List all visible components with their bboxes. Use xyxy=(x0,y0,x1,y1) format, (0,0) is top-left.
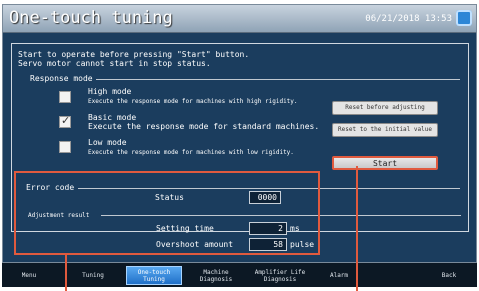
highlight-box-error xyxy=(14,171,320,255)
response-mode-label: Response mode xyxy=(30,74,93,83)
section-divider xyxy=(96,79,460,80)
status-icon[interactable] xyxy=(456,10,472,26)
start-button[interactable]: Start xyxy=(332,156,438,170)
page-title: One-touch tuning xyxy=(9,8,173,28)
tab-machine-diagnosis[interactable]: Machine Diagnosis xyxy=(188,266,244,285)
basic-mode-checkbox[interactable]: ✓ xyxy=(59,114,71,128)
tab-empty[interactable] xyxy=(370,266,420,285)
title-bar: One-touch tuning 06/21/2018 13:53 xyxy=(3,5,476,33)
datetime-display: 06/21/2018 13:53 xyxy=(365,14,452,24)
low-mode-checkbox[interactable] xyxy=(59,141,71,153)
tab-one-touch-tuning[interactable]: One-touch Tuning xyxy=(126,266,182,285)
intro-text-2: Servo motor cannot start in stop status. xyxy=(18,59,211,68)
tab-tuning[interactable]: Tuning xyxy=(68,266,118,285)
intro-text-1: Start to operate before pressing "Start"… xyxy=(18,50,250,59)
callout-line-left xyxy=(65,254,67,291)
bottom-tab-bar: Menu Tuning One-touch Tuning Machine Dia… xyxy=(2,263,477,287)
checkmark-icon: ✓ xyxy=(61,114,71,127)
basic-mode-desc: Execute the response mode for standard m… xyxy=(88,122,320,131)
reset-before-adjusting-button[interactable]: Reset before adjusting xyxy=(332,101,438,115)
high-mode-label: High mode xyxy=(88,87,132,96)
low-mode-desc: Execute the response mode for machines w… xyxy=(88,149,294,156)
tab-back[interactable]: Back xyxy=(426,266,472,285)
basic-mode-label: Basic mode xyxy=(88,113,137,122)
high-mode-checkbox[interactable] xyxy=(59,91,71,103)
callout-line-right xyxy=(356,166,358,291)
tab-menu[interactable]: Menu xyxy=(6,266,52,285)
high-mode-desc: Execute the response mode for machines w… xyxy=(88,98,298,105)
reset-initial-value-button[interactable]: Reset to the initial value xyxy=(332,123,438,137)
low-mode-label: Low mode xyxy=(88,138,127,147)
tab-amplifier-life-diagnosis[interactable]: Amplifier Life Diagnosis xyxy=(248,266,312,285)
